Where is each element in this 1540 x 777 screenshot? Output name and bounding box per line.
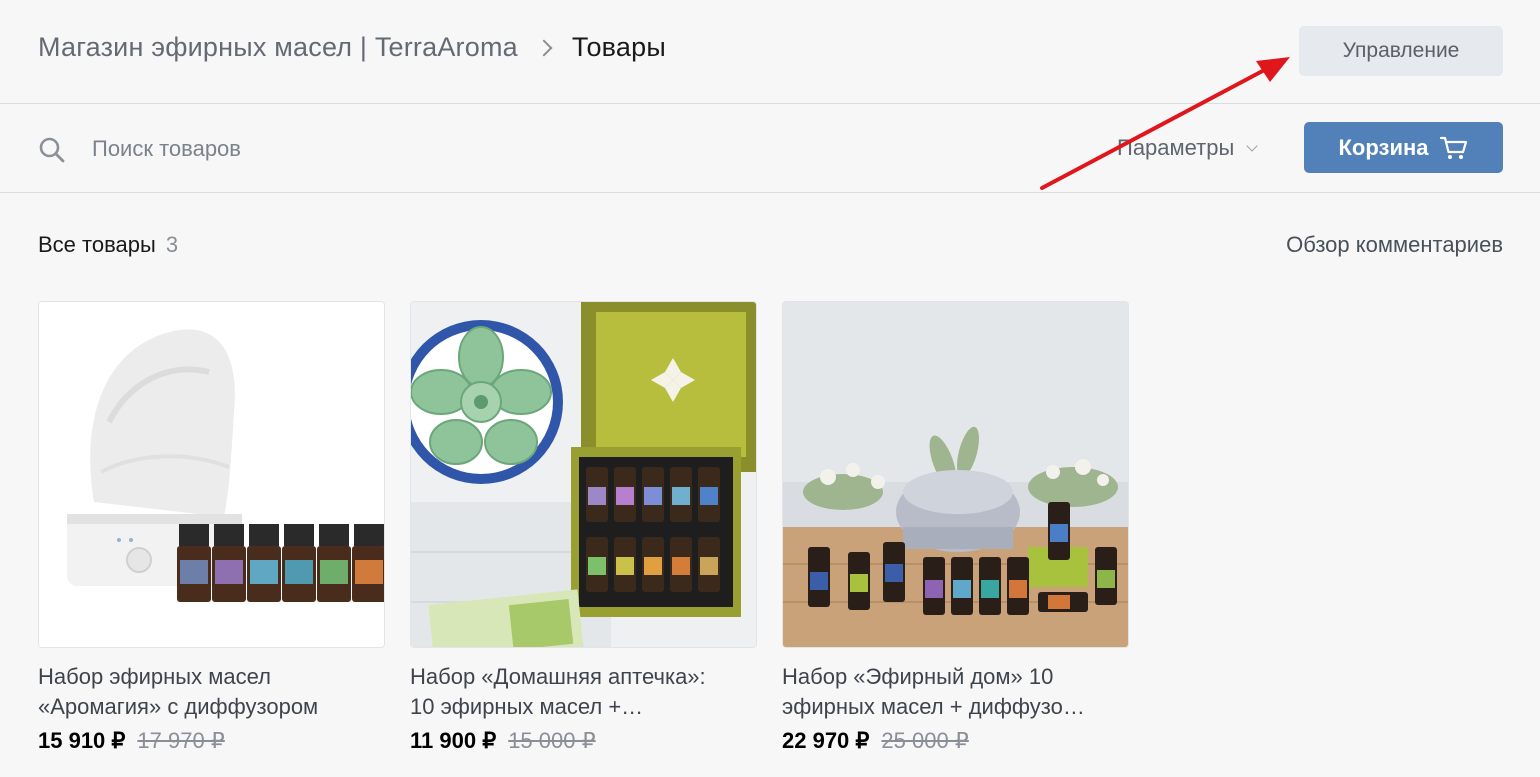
product-card[interactable]: Набор эфирных масел «Аромагия» с диффузо…	[38, 301, 385, 754]
section-title: Все товары 3	[38, 232, 178, 258]
product-card[interactable]: Набор «Эфирный дом» 10 эфирных масел + д…	[782, 301, 1129, 754]
old-price: 25 000 ₽	[881, 728, 969, 753]
product-title-line: Набор «Домашняя аптечка»:	[410, 664, 706, 689]
product-image[interactable]	[38, 301, 385, 648]
product-title-line: Набор «Эфирный дом» 10	[782, 664, 1054, 689]
old-price: 17 970 ₽	[137, 728, 225, 753]
product-price: 22 970 ₽ 25 000 ₽	[782, 728, 1129, 754]
product-title[interactable]: Набор «Эфирный дом» 10 эфирных масел + д…	[782, 662, 1129, 722]
search-input[interactable]	[82, 128, 682, 170]
breadcrumb-shop-link[interactable]: Магазин эфирных масел | TerraAroma	[38, 32, 518, 63]
current-price: 22 970 ₽	[782, 728, 870, 753]
page-title: Товары	[571, 32, 666, 62]
product-title-line: Набор эфирных масел	[38, 664, 271, 689]
toolbar: Параметры Корзина	[0, 104, 1540, 193]
reviews-link[interactable]: Обзор комментариев	[1286, 232, 1503, 258]
cart-icon	[1439, 136, 1467, 159]
page-header: Магазин эфирных масел | TerraAroma Товар…	[0, 0, 1540, 104]
product-price: 11 900 ₽ 15 000 ₽	[410, 728, 757, 754]
section-title-label: Все товары	[38, 232, 156, 257]
cart-button[interactable]: Корзина	[1304, 122, 1503, 173]
product-count: 3	[165, 232, 179, 257]
search-icon	[39, 137, 65, 163]
params-label: Параметры	[1117, 135, 1235, 160]
cart-label: Корзина	[1338, 134, 1429, 160]
product-title-line: эфирных масел + диффузо…	[782, 694, 1085, 719]
old-price: 15 000 ₽	[508, 728, 596, 753]
product-title-line: 10 эфирных масел +…	[410, 694, 644, 719]
breadcrumb: Магазин эфирных масел | TerraAroma Товар…	[38, 32, 666, 63]
product-title[interactable]: Набор «Домашняя аптечка»: 10 эфирных мас…	[410, 662, 757, 722]
params-dropdown[interactable]: Параметры	[1117, 135, 1258, 161]
current-price: 15 910 ₽	[38, 728, 126, 753]
product-title-line: «Аромагия» с диффузором	[38, 694, 319, 719]
product-image[interactable]	[410, 301, 757, 648]
product-price: 15 910 ₽ 17 970 ₽	[38, 728, 385, 754]
current-price: 11 900 ₽	[410, 728, 497, 753]
product-title[interactable]: Набор эфирных масел «Аромагия» с диффузо…	[38, 662, 385, 722]
chevron-down-icon	[1246, 140, 1258, 152]
product-card[interactable]: Набор «Домашняя аптечка»: 10 эфирных мас…	[410, 301, 757, 754]
product-image[interactable]	[782, 301, 1129, 648]
manage-button[interactable]: Управление	[1299, 26, 1503, 76]
chevron-right-icon	[535, 39, 553, 56]
